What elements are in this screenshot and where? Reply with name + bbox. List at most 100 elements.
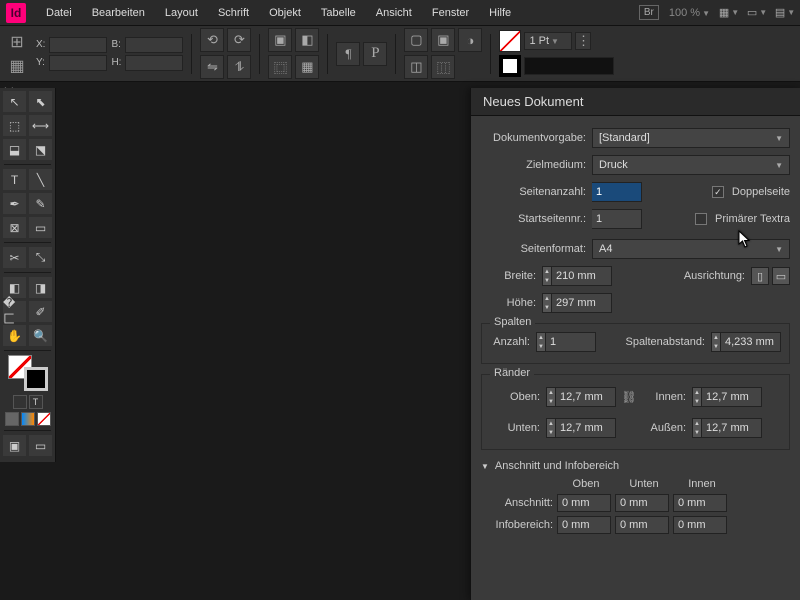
eyedropper-tool-icon[interactable]: ✐ (29, 301, 52, 322)
reference-point2-icon[interactable]: ▦ (6, 55, 28, 77)
intent-select[interactable]: Druck▼ (592, 155, 790, 175)
margin-top-spinner[interactable]: ▲▼ (546, 387, 556, 407)
apply-none-icon[interactable] (37, 412, 51, 426)
arrange-icon[interactable]: ▤▼ (776, 5, 794, 21)
text-wrap-shape-icon[interactable]: ◑ (458, 28, 482, 52)
portrait-button[interactable]: ▯ (751, 267, 769, 285)
text-wrap-jump-icon[interactable]: ◫ (404, 55, 428, 79)
fill-stroke-swatch[interactable] (8, 355, 48, 391)
note-tool-icon[interactable]: �匚 (3, 301, 26, 322)
landscape-button[interactable]: ▭ (772, 267, 790, 285)
type-tool-icon[interactable]: T (3, 169, 26, 190)
rotate-ccw-icon[interactable]: ⟲ (200, 28, 224, 52)
margin-bottom-spinner[interactable]: ▲▼ (546, 418, 556, 438)
fill-swatch-icon[interactable] (499, 30, 521, 52)
line-tool-icon[interactable]: ╲ (29, 169, 52, 190)
select-content-icon[interactable]: ◧ (295, 28, 319, 52)
width-spinner[interactable]: ▲▼ (542, 266, 552, 286)
menu-schrift[interactable]: Schrift (208, 0, 259, 26)
gutter-input[interactable]: 4,233 mm (721, 332, 781, 352)
bleed-top-input[interactable]: 0 mm (557, 494, 611, 512)
apply-gradient-icon[interactable] (21, 412, 35, 426)
reference-point-icon[interactable]: ⊞ (6, 31, 28, 53)
stroke-style-select[interactable] (524, 57, 614, 75)
apply-container-icon[interactable] (13, 395, 27, 409)
bleed-disclosure[interactable]: ▼ Anschnitt und Infobereich (481, 460, 790, 472)
zoom-tool-icon[interactable]: 🔍 (29, 325, 52, 346)
fill-frame-icon[interactable]: ▦ (295, 55, 319, 79)
paragraph-style-icon[interactable]: ¶ (336, 42, 360, 66)
menu-bearbeiten[interactable]: Bearbeiten (82, 0, 155, 26)
menu-layout[interactable]: Layout (155, 0, 208, 26)
slug-bottom-input[interactable]: 0 mm (615, 516, 669, 534)
direct-selection-tool-icon[interactable]: ⬉ (29, 91, 52, 112)
menu-hilfe[interactable]: Hilfe (479, 0, 521, 26)
menu-datei[interactable]: Datei (36, 0, 82, 26)
slug-top-input[interactable]: 0 mm (557, 516, 611, 534)
w-input[interactable] (125, 37, 183, 53)
height-spinner[interactable]: ▲▼ (542, 293, 552, 313)
gradient-swatch-icon[interactable]: ◧ (3, 277, 26, 298)
menu-tabelle[interactable]: Tabelle (311, 0, 366, 26)
text-wrap-column-icon[interactable]: ⿲ (431, 55, 455, 79)
selection-tool-icon[interactable]: ↖ (3, 91, 26, 112)
primary-text-checkbox[interactable] (695, 213, 707, 225)
hand-tool-icon[interactable]: ✋ (3, 325, 26, 346)
apply-color-icon[interactable] (5, 412, 19, 426)
x-input[interactable] (49, 37, 107, 53)
stroke-weight-more-icon[interactable]: ⋮ (575, 32, 591, 50)
bleed-inside-input[interactable]: 0 mm (673, 494, 727, 512)
preview-view-icon[interactable]: ▭ (29, 435, 52, 456)
bleed-bottom-input[interactable]: 0 mm (615, 494, 669, 512)
page-tool-icon[interactable]: ⬚ (3, 115, 26, 136)
pages-input[interactable]: 1 (592, 182, 642, 202)
menu-objekt[interactable]: Objekt (259, 0, 311, 26)
gap-tool-icon[interactable]: ⟷ (29, 115, 52, 136)
content-placer-icon[interactable]: ⬔ (29, 139, 52, 160)
pencil-tool-icon[interactable]: ✎ (29, 193, 52, 214)
scissors-tool-icon[interactable]: ✂ (3, 247, 26, 268)
fit-content-icon[interactable]: ⿴ (268, 55, 292, 79)
rectangle-frame-icon[interactable]: ⊠ (3, 217, 26, 238)
zoom-level[interactable]: 100 %▼ (669, 7, 710, 19)
free-transform-icon[interactable]: ⤡ (29, 247, 52, 268)
col-count-spinner[interactable]: ▲▼ (536, 332, 546, 352)
text-wrap-none-icon[interactable]: ▢ (404, 28, 428, 52)
normal-view-icon[interactable]: ▣ (3, 435, 26, 456)
menu-ansicht[interactable]: Ansicht (366, 0, 422, 26)
margin-inside-input[interactable]: 12,7 mm (702, 387, 762, 407)
gradient-feather-icon[interactable]: ◨ (29, 277, 52, 298)
screen-mode-icon[interactable]: ▭▼ (748, 5, 766, 21)
width-input[interactable]: 210 mm (552, 266, 612, 286)
margin-top-input[interactable]: 12,7 mm (556, 387, 616, 407)
margin-outside-input[interactable]: 12,7 mm (702, 418, 762, 438)
height-input[interactable]: 297 mm (552, 293, 612, 313)
margin-outside-spinner[interactable]: ▲▼ (692, 418, 702, 438)
col-count-input[interactable]: 1 (546, 332, 596, 352)
pen-tool-icon[interactable]: ✒ (3, 193, 26, 214)
bridge-icon[interactable]: Br (639, 5, 659, 20)
slug-inside-input[interactable]: 0 mm (673, 516, 727, 534)
startpage-input[interactable]: 1 (592, 209, 642, 229)
content-collector-icon[interactable]: ⬓ (3, 139, 26, 160)
stroke-swatch[interactable] (24, 367, 48, 391)
pagesize-select[interactable]: A4▼ (592, 239, 790, 259)
y-input[interactable] (49, 55, 107, 71)
facing-pages-checkbox[interactable] (712, 186, 724, 198)
rectangle-tool-icon[interactable]: ▭ (29, 217, 52, 238)
preset-select[interactable]: [Standard]▼ (592, 128, 790, 148)
text-wrap-bbox-icon[interactable]: ▣ (431, 28, 455, 52)
margin-inside-spinner[interactable]: ▲▼ (692, 387, 702, 407)
margin-bottom-input[interactable]: 12,7 mm (556, 418, 616, 438)
apply-text-icon[interactable]: T (29, 395, 43, 409)
character-style-icon[interactable]: P (363, 42, 387, 66)
h-input[interactable] (125, 55, 183, 71)
rotate-cw-icon[interactable]: ⟳ (227, 28, 251, 52)
link-margins-icon[interactable]: ⛓ (622, 383, 636, 411)
flip-h-icon[interactable]: ⇋ (200, 55, 224, 79)
view-options-icon[interactable]: ▦▼ (720, 5, 738, 21)
select-container-icon[interactable]: ▣ (268, 28, 292, 52)
stroke-swatch-icon[interactable] (499, 55, 521, 77)
stroke-weight-input[interactable]: 1 Pt▼ (524, 32, 572, 50)
gutter-spinner[interactable]: ▲▼ (711, 332, 721, 352)
